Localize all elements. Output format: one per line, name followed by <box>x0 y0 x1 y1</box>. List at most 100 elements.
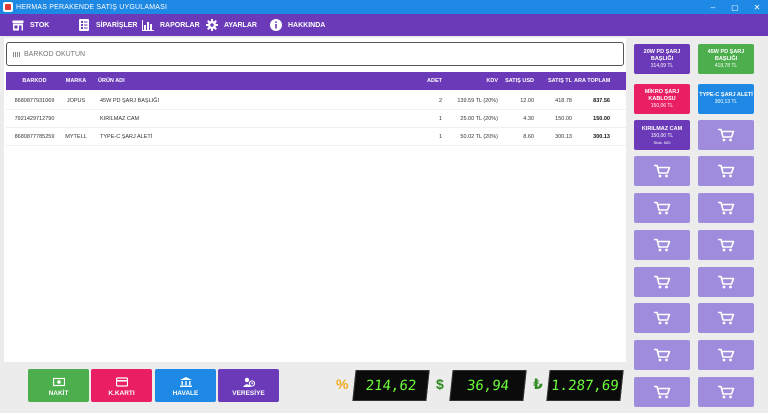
cell-adet: 1 <box>438 116 442 122</box>
cell-adet: 1 <box>438 134 442 140</box>
cart-icon <box>654 385 671 399</box>
close-button[interactable]: ✕ <box>746 0 768 14</box>
empty-product-slot[interactable] <box>698 267 754 297</box>
payment-label: HAVALE <box>172 390 199 397</box>
cell-barkod: 7921429712790 <box>14 116 55 122</box>
menu-label: AYARLAR <box>224 21 257 29</box>
maximize-button[interactable]: ▢ <box>724 0 746 14</box>
empty-product-slot[interactable] <box>634 267 690 297</box>
empty-product-slot[interactable] <box>698 156 754 186</box>
product-price: 150,00 TL <box>650 132 674 139</box>
payment-label: K.KARTI <box>108 390 135 397</box>
col-satis-usd: SATIŞ USD <box>505 78 534 84</box>
bank-transfer-button[interactable]: HAVALE <box>155 369 216 402</box>
empty-product-slot[interactable] <box>698 303 754 333</box>
cell-kdv: 50.02 TL (20%) <box>460 134 498 140</box>
cell-urun-adi: 45W PD ŞARJ BAŞLIĞI <box>100 98 159 104</box>
orders-icon <box>78 19 90 31</box>
cell-kdv: 139.59 TL (20%) <box>457 98 498 104</box>
product-tile[interactable]: KIRILMAZ CAM 150,00 TL Stok: 500 <box>634 120 690 150</box>
col-ara-toplam: ARA TOPLAM <box>574 78 611 84</box>
cart-icon <box>718 348 735 362</box>
cart-icon <box>654 348 671 362</box>
cart-icon <box>718 311 735 325</box>
info-icon <box>270 19 282 31</box>
col-adet: ADET <box>427 78 442 84</box>
credit-card-button[interactable]: K.KARTI <box>91 369 152 402</box>
percent-icon: % <box>336 376 349 392</box>
col-barkod: BARKOD <box>22 78 47 84</box>
col-urun-adi: ÜRÜN ADI <box>98 78 125 84</box>
store-icon <box>12 19 24 31</box>
cell-satis-usd: 12.00 <box>520 98 534 104</box>
menu-stok[interactable]: STOK <box>12 14 49 36</box>
col-marka: MARKA <box>65 78 87 84</box>
cell-satis-tl: 418.78 <box>555 98 572 104</box>
product-name: 20W PD ŞARJ BAŞLIĞI <box>643 48 681 62</box>
empty-product-slot[interactable] <box>634 156 690 186</box>
product-stock: Stok: 500 <box>653 139 671 145</box>
product-name: 45W PD ŞARJ BAŞLIĞI <box>707 48 745 62</box>
empty-product-slot[interactable] <box>698 340 754 370</box>
cell-ara-toplam: 150.00 <box>593 116 610 122</box>
cell-marka: JOPUS <box>66 98 86 104</box>
payment-label: NAKİT <box>48 390 69 397</box>
menu-hakkinda[interactable]: HAKKINDA <box>270 14 325 36</box>
cell-satis-usd: 8.60 <box>523 134 534 140</box>
tl-total-display: 1.287,69 <box>546 370 624 401</box>
empty-product-slot[interactable] <box>698 120 754 150</box>
cell-barkod: 8680877785259 <box>14 134 55 140</box>
cart-panel: BARKOD MARKA ÜRÜN ADI ADET KDV SATIŞ USD… <box>4 38 626 362</box>
menu-siparisler[interactable]: SİPARİŞLER <box>78 14 138 36</box>
cart-icon <box>654 238 671 252</box>
bank-icon <box>179 377 192 387</box>
window-controls: – ▢ ✕ <box>702 0 768 14</box>
menu-bar: STOK SİPARİŞLER RAPORLAR AYARLAR HAKKIND… <box>0 14 768 36</box>
cart-icon <box>654 275 671 289</box>
empty-product-slot[interactable] <box>698 230 754 260</box>
menu-label: STOK <box>30 21 50 29</box>
product-tile[interactable]: MİKRO ŞARJ KABLOSU 150,06 TL <box>634 84 690 114</box>
minimize-button[interactable]: – <box>702 0 724 14</box>
empty-product-slot[interactable] <box>634 303 690 333</box>
cell-kdv: 25.00 TL (20%) <box>460 116 498 122</box>
cell-marka: MYTELL <box>65 134 87 140</box>
cart-icon <box>718 275 735 289</box>
app-icon <box>3 2 13 12</box>
barcode-field[interactable] <box>6 42 624 66</box>
lira-icon: ₺ <box>533 376 543 392</box>
usd-total-display: 36,94 <box>449 370 527 401</box>
product-name: KIRILMAZ CAM <box>641 125 683 132</box>
menu-ayarlar[interactable]: AYARLAR <box>206 14 257 36</box>
col-kdv: KDV <box>486 78 498 84</box>
product-tile[interactable]: 45W PD ŞARJ BAŞLIĞI 418,78 TL <box>698 44 754 74</box>
empty-product-slot[interactable] <box>698 377 754 407</box>
cell-barkod: 8680877931069 <box>14 98 55 104</box>
product-price: 418,78 TL <box>714 62 738 69</box>
cell-satis-usd: 4.30 <box>523 116 534 122</box>
cart-icon <box>718 164 735 178</box>
product-tile[interactable]: 20W PD ŞARJ BAŞLIĞI 314,09 TL <box>634 44 690 74</box>
cell-urun-adi: KIRILMAZ CAM <box>100 116 140 122</box>
menu-label: HAKKINDA <box>288 21 326 29</box>
menu-raporlar[interactable]: RAPORLAR <box>142 14 200 36</box>
table-row[interactable]: 8680877931069 JOPUS 45W PD ŞARJ BAŞLIĞI … <box>6 92 626 110</box>
empty-product-slot[interactable] <box>634 230 690 260</box>
cell-ara-toplam: 837.56 <box>593 98 610 104</box>
empty-product-slot[interactable] <box>634 377 690 407</box>
barcode-input[interactable] <box>24 50 584 58</box>
cart-icon <box>718 201 735 215</box>
credit-account-button[interactable]: VERESİYE <box>218 369 279 402</box>
table-row[interactable]: 7921429712790 KIRILMAZ CAM 1 25.00 TL (2… <box>6 110 626 128</box>
table-row[interactable]: 8680877785259 MYTELL TYPE-C ŞARJ ALETİ 1… <box>6 128 626 146</box>
cash-button[interactable]: NAKİT <box>28 369 89 402</box>
cart-icon <box>718 238 735 252</box>
window-title: HERMAS PERAKENDE SATIŞ UYGULAMASI <box>16 3 168 11</box>
empty-product-slot[interactable] <box>634 340 690 370</box>
cell-ara-toplam: 300.13 <box>593 134 610 140</box>
product-tile[interactable]: TYPE-C ŞARJ ALETİ 300,13 TL <box>698 84 754 114</box>
cart-icon <box>718 128 735 142</box>
cart-icon <box>654 164 671 178</box>
empty-product-slot[interactable] <box>634 193 690 223</box>
empty-product-slot[interactable] <box>698 193 754 223</box>
